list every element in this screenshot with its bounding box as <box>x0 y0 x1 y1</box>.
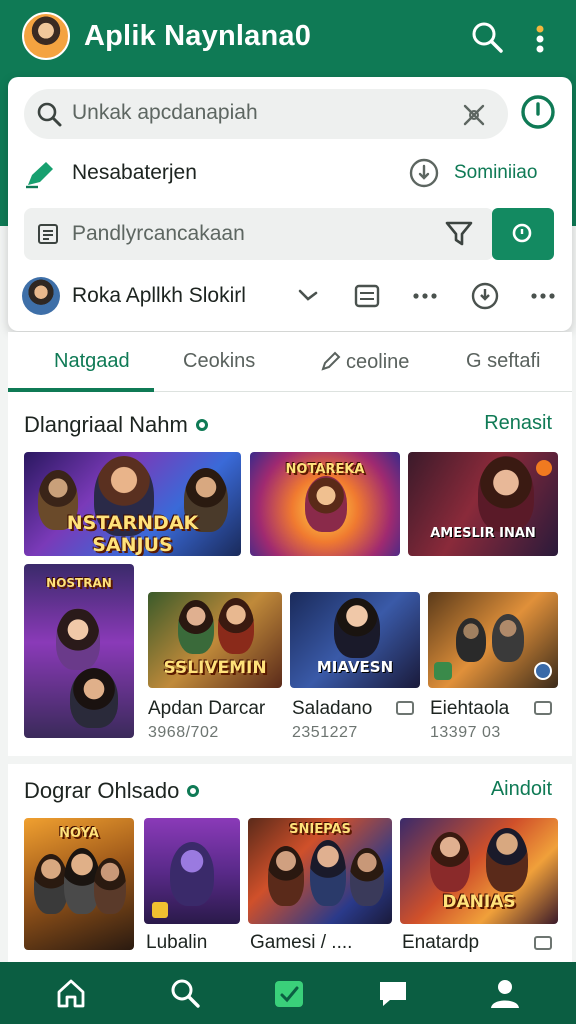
game-card-3[interactable] <box>428 592 558 688</box>
device-icon <box>534 936 552 950</box>
game-title[interactable]: Lubalin <box>146 932 207 954</box>
more-vert-icon[interactable] <box>530 22 550 56</box>
game-title[interactable]: Eiehtaola <box>430 698 509 720</box>
card-art-text: MIAVESN <box>316 658 394 676</box>
banner-art-text: NSTARNDAK SANJUS <box>66 512 199 556</box>
game-title[interactable]: Gamesi / .... <box>250 932 352 954</box>
card-art-text: DANIAS <box>442 892 516 912</box>
arrow-icon[interactable] <box>294 281 324 311</box>
tab-ceokins[interactable]: Ceokins <box>183 350 255 373</box>
app-title: Aplik Naynlana0 <box>84 20 312 52</box>
search-icon <box>37 102 62 127</box>
more-horiz-icon[interactable] <box>410 281 440 311</box>
profile-icon[interactable] <box>488 976 522 1010</box>
edit-icon <box>26 162 53 189</box>
search-go-button[interactable] <box>492 208 554 260</box>
dot-icon <box>195 419 208 431</box>
game-card-c[interactable]: SNIEPAS <box>248 818 392 924</box>
device-icon <box>534 701 552 715</box>
banner-art-text: NOTAREKA <box>285 462 365 477</box>
section-featured: Dlangriaal Nahm Renasit NSTARNDAK SANJUS… <box>8 392 572 756</box>
banner-art-text: AMESLIR INAN <box>430 526 536 541</box>
game-poster-tall[interactable]: NOSTRAN <box>24 564 134 738</box>
card-art-text: SNIEPAS <box>289 822 351 837</box>
game-banner-1[interactable]: NSTARNDAK SANJUS <box>24 452 241 556</box>
card-art-text: SSLIVEMIN <box>163 658 267 678</box>
user-avatar[interactable] <box>22 12 70 60</box>
game-banner-2[interactable]: NOTAREKA <box>250 452 400 556</box>
download-icon[interactable] <box>408 157 440 189</box>
settings-row[interactable]: Nesabaterjen Sominiiao <box>24 153 564 195</box>
poster-art-text: NOSTRAN <box>46 576 112 590</box>
card-art-text: NOYA <box>59 826 99 841</box>
account-avatar <box>22 277 60 315</box>
store-icon[interactable] <box>272 976 306 1010</box>
search-icon[interactable] <box>168 976 202 1010</box>
chat-icon[interactable] <box>376 976 410 1010</box>
game-title[interactable]: Enatardp <box>402 932 479 954</box>
dot-icon <box>187 785 200 797</box>
home-icon[interactable] <box>54 976 88 1010</box>
section-downloads: Dograr Ohlsado Aindoit NOYA Lubalin SNIE… <box>8 764 572 962</box>
game-card-1[interactable]: SSLIVEMIN <box>148 592 282 688</box>
account-row[interactable]: Roka Apllkh Slokirl <box>22 275 562 317</box>
category-tabs: Natgaad Ceokins ceoline G seftafi <box>8 332 572 392</box>
power-icon[interactable] <box>470 281 500 311</box>
section-title: Dograr Ohlsado <box>24 778 200 804</box>
game-banner-3[interactable]: AMESLIR INAN <box>408 452 558 556</box>
bottom-navigation <box>0 962 576 1024</box>
filter-input[interactable]: Pandlyrcancakaan <box>24 208 494 260</box>
device-icon <box>396 701 414 715</box>
game-title[interactable]: Apdan Darcar <box>148 698 265 720</box>
power-icon[interactable] <box>520 94 556 130</box>
game-subtitle: 2351227 <box>292 724 358 741</box>
tab-ceoline[interactable]: ceoline <box>320 350 409 374</box>
tab-natgaad[interactable]: Natgaad <box>54 350 130 373</box>
game-card-a[interactable]: NOYA <box>24 818 134 950</box>
game-subtitle: 13397 03 <box>430 724 501 741</box>
search-card: Unkak apcdanapiah Nesabaterjen Sominiiao… <box>8 77 572 331</box>
list-icon[interactable] <box>352 281 382 311</box>
game-card-d[interactable]: DANIAS <box>400 818 558 924</box>
row-label: Nesabaterjen <box>72 161 197 184</box>
section-link[interactable]: Aindoit <box>491 778 552 801</box>
more-horiz-icon[interactable] <box>528 281 558 311</box>
section-link[interactable]: Renasit <box>484 412 552 435</box>
account-label: Roka Apllkh Slokirl <box>72 284 246 307</box>
game-title[interactable]: Saladano <box>292 698 372 720</box>
filter-icon[interactable] <box>444 220 474 248</box>
search-placeholder: Unkak apcdanapiah <box>72 101 258 124</box>
game-card-b[interactable] <box>144 818 240 924</box>
game-subtitle: 3968/702 <box>148 724 219 741</box>
document-icon <box>38 224 58 244</box>
tab-seftafi[interactable]: G seftafi <box>466 350 540 373</box>
row-link[interactable]: Sominiiao <box>454 162 537 184</box>
section-title: Dlangriaal Nahm <box>24 412 208 438</box>
pen-icon <box>321 351 341 371</box>
search-input[interactable]: Unkak apcdanapiah <box>24 89 508 139</box>
game-card-2[interactable]: MIAVESN <box>290 592 420 688</box>
search-icon[interactable] <box>470 20 504 54</box>
clear-icon[interactable] <box>460 101 488 129</box>
filter-placeholder: Pandlyrcancakaan <box>72 222 245 245</box>
search-icon <box>512 223 532 243</box>
